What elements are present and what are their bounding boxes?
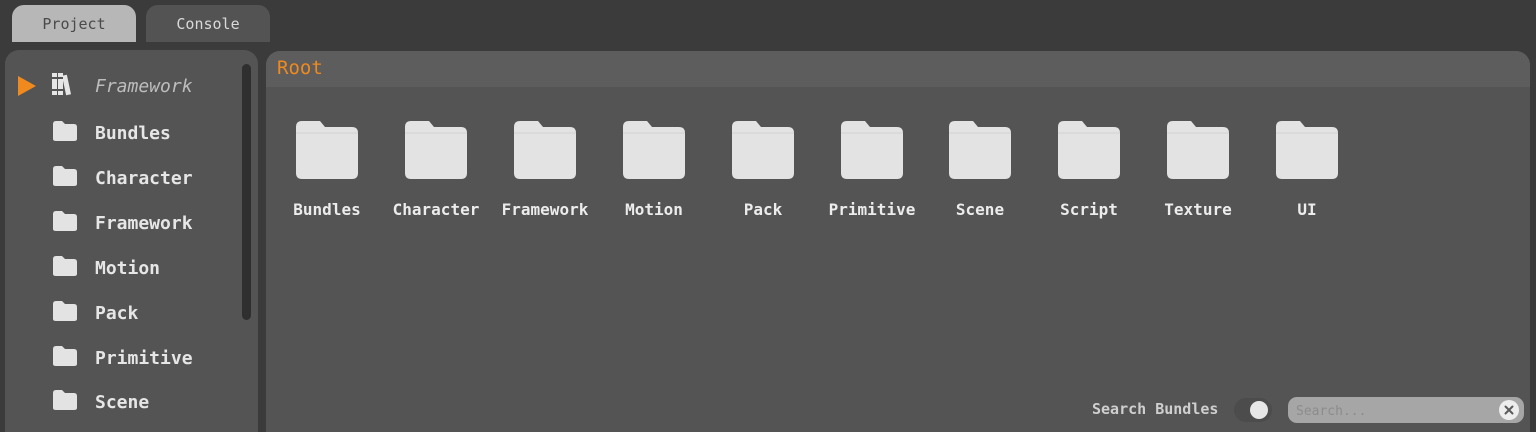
sidebar-item-label: Framework: [95, 75, 193, 97]
folder-icon: [52, 165, 78, 191]
folder-tile-framework[interactable]: Framework: [491, 119, 599, 229]
folder-tile-bundles[interactable]: Bundles: [273, 119, 381, 229]
breadcrumb-root[interactable]: Root: [277, 57, 323, 79]
folder-tile-script[interactable]: Script: [1035, 119, 1143, 229]
content-panel: Root Bundles Character Framework Motion …: [266, 51, 1530, 432]
search-input[interactable]: [1294, 400, 1488, 422]
folder-icon: [52, 300, 78, 326]
sidebar-item-label: Bundles: [95, 122, 171, 144]
sidebar-item-primitive[interactable]: Primitive: [5, 338, 237, 378]
folder-icon: [1165, 119, 1231, 185]
folder-icon: [730, 119, 796, 185]
folder-tile-motion[interactable]: Motion: [600, 119, 708, 229]
breadcrumb-bar: Root: [266, 51, 1530, 87]
sidebar-item-motion[interactable]: Motion: [5, 248, 237, 288]
folder-tile-label: Script: [1060, 200, 1118, 219]
sidebar-item-framework[interactable]: Framework: [5, 203, 237, 243]
folder-icon: [52, 345, 78, 371]
folder-icon: [947, 119, 1013, 185]
books-icon: [51, 71, 75, 101]
folder-tile-label: Bundles: [293, 200, 361, 219]
folder-tile-label: Scene: [955, 200, 1005, 219]
folder-tile-texture[interactable]: Texture: [1144, 119, 1252, 229]
expand-arrow-icon[interactable]: [18, 76, 36, 96]
close-icon: [1504, 405, 1514, 415]
sidebar-item-pack[interactable]: Pack: [5, 293, 237, 333]
sidebar-item-scene[interactable]: Scene: [5, 382, 237, 422]
search-bundles-toggle[interactable]: [1234, 398, 1272, 422]
folder-icon: [52, 210, 78, 236]
sidebar-item-label: Scene: [95, 391, 150, 413]
folder-tile-primitive[interactable]: Primitive: [818, 119, 926, 229]
sidebar-item-label: Primitive: [95, 347, 193, 369]
folder-tile-label: UI: [1297, 200, 1317, 219]
folder-icon: [52, 389, 78, 415]
sidebar-scrollbar[interactable]: [239, 58, 253, 432]
folder-icon: [52, 120, 78, 146]
sidebar-item-framework-root[interactable]: Framework: [5, 66, 237, 106]
folder-tile-pack[interactable]: Pack: [709, 119, 817, 229]
tab-bar: Project Console: [0, 0, 1536, 50]
sidebar-item-label: Character: [95, 167, 193, 189]
folder-icon: [621, 119, 687, 185]
search-box: [1288, 397, 1524, 423]
folder-tile-scene[interactable]: Scene: [926, 119, 1034, 229]
folder-tile-label: Framework: [501, 200, 589, 219]
folder-tile-label: Texture: [1164, 200, 1232, 219]
folder-tile-label: Character: [392, 200, 480, 219]
folder-icon: [1274, 119, 1340, 185]
scrollbar-thumb[interactable]: [242, 64, 251, 320]
tab-console[interactable]: Console: [146, 5, 270, 42]
folder-icon: [294, 119, 360, 185]
folder-icon: [839, 119, 905, 185]
folder-tile-character[interactable]: Character: [382, 119, 490, 229]
sidebar-item-character[interactable]: Character: [5, 158, 237, 198]
folder-tile-label: Primitive: [828, 200, 916, 219]
search-bundles-label: Search Bundles: [1092, 400, 1219, 418]
folder-icon: [403, 119, 469, 185]
toggle-knob: [1250, 401, 1268, 419]
folder-icon: [1056, 119, 1122, 185]
sidebar-item-label: Pack: [95, 302, 139, 324]
folder-tile-ui[interactable]: UI: [1253, 119, 1361, 229]
clear-search-button[interactable]: [1499, 400, 1519, 420]
sidebar-item-bundles[interactable]: Bundles: [5, 113, 237, 153]
folder-tile-label: Pack: [743, 200, 783, 219]
folder-tile-label: Motion: [625, 200, 683, 219]
sidebar: Framework Bundles Character Framework Mo…: [5, 50, 258, 432]
folder-icon: [512, 119, 578, 185]
sidebar-item-label: Framework: [95, 212, 193, 234]
sidebar-item-label: Motion: [95, 257, 161, 279]
tab-project[interactable]: Project: [12, 5, 136, 42]
folder-icon: [52, 255, 78, 281]
